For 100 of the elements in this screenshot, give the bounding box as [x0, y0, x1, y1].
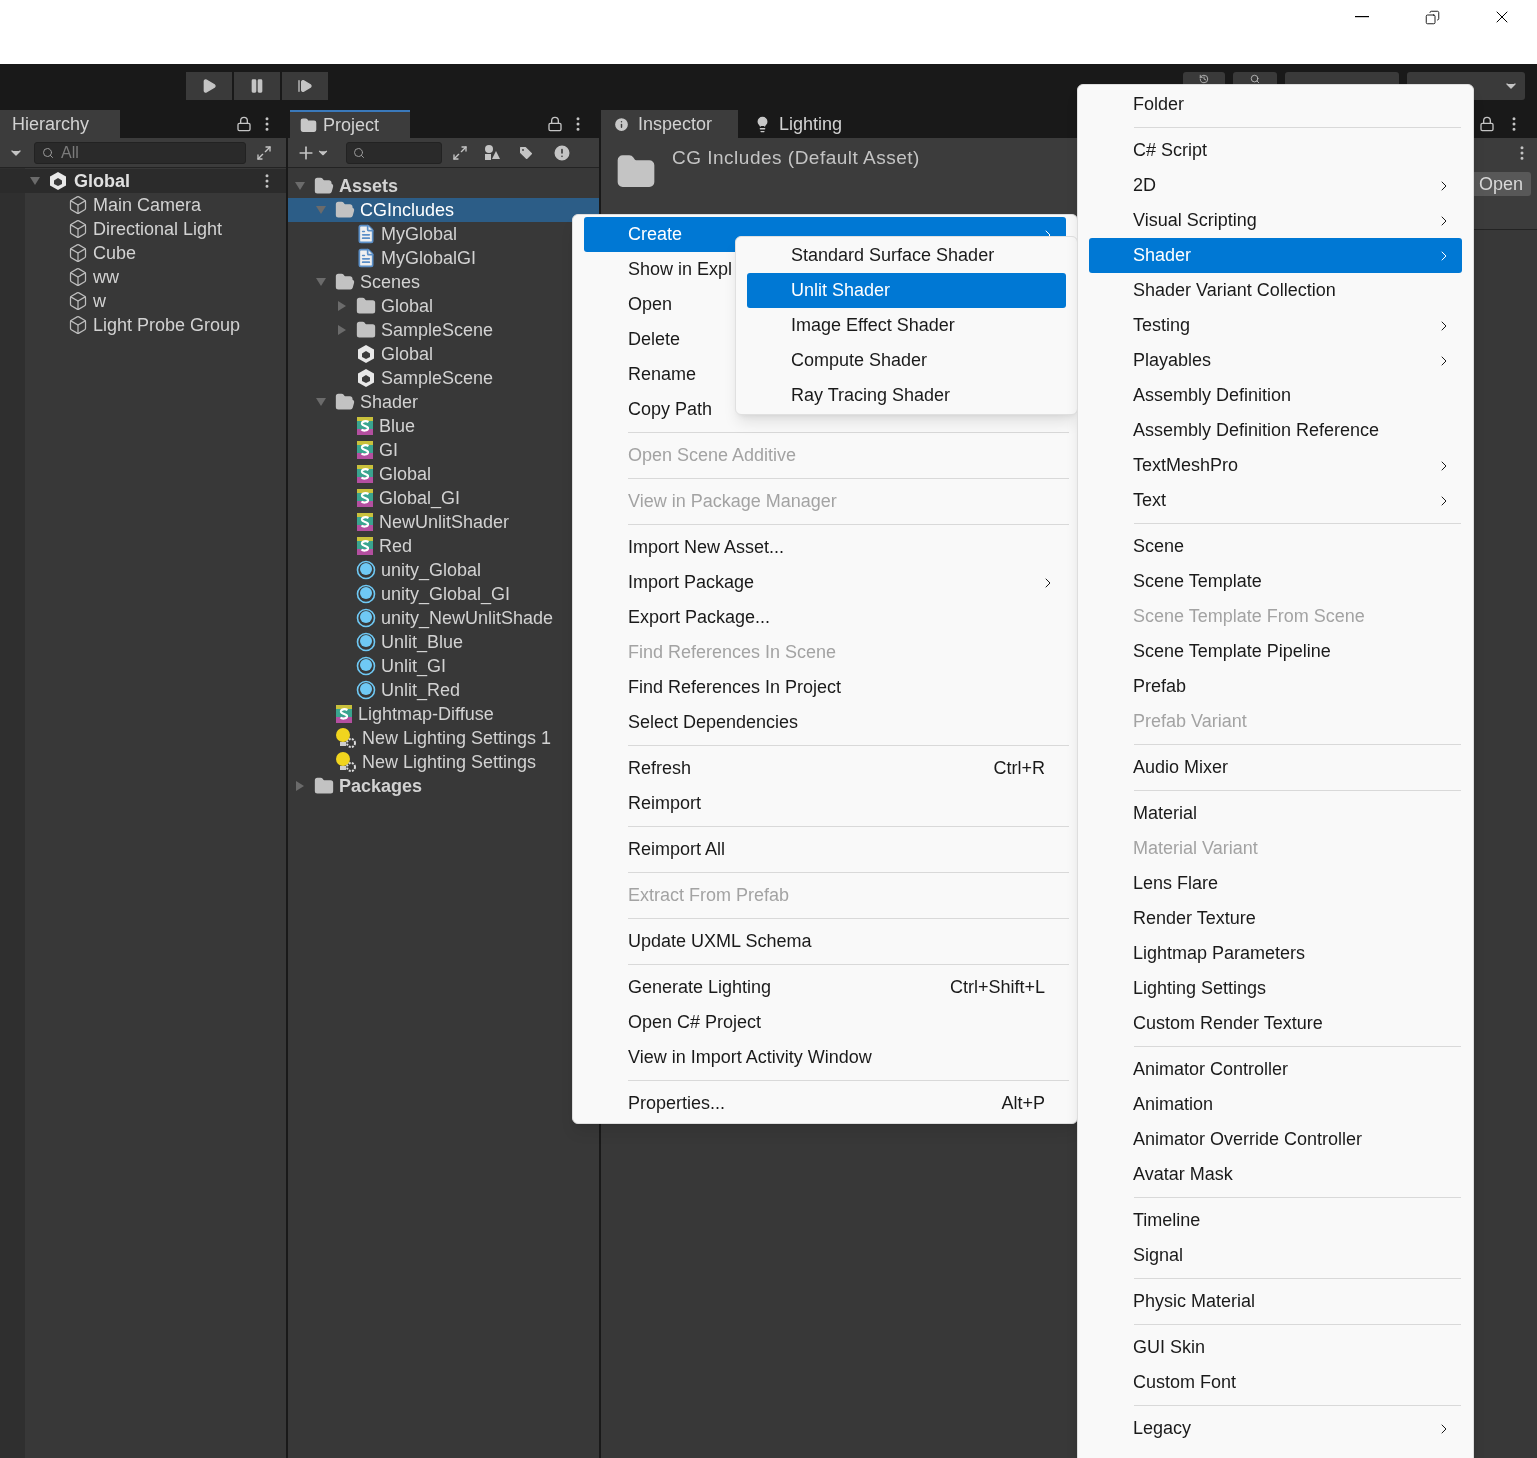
- tree-item[interactable]: Main Camera: [25, 193, 286, 217]
- tree-item[interactable]: Assets: [288, 174, 599, 198]
- menu-item[interactable]: Lighting Settings: [1089, 971, 1462, 1006]
- menu-item[interactable]: Reimport All: [584, 832, 1066, 867]
- shader-variant-icon: [356, 656, 376, 676]
- lock-icon[interactable]: [1479, 116, 1495, 132]
- lock-icon[interactable]: [547, 116, 563, 132]
- menu-item[interactable]: Folder: [1089, 87, 1462, 122]
- menu-item[interactable]: Animator Override Controller: [1089, 1122, 1462, 1157]
- menu-item[interactable]: Shader: [1089, 238, 1462, 273]
- text-file-icon: [356, 224, 376, 244]
- step-button[interactable]: [282, 72, 328, 100]
- menu-item[interactable]: Lightmap Parameters: [1089, 936, 1462, 971]
- play-button[interactable]: [186, 72, 232, 100]
- menu-item[interactable]: Open C# Project: [584, 1005, 1066, 1040]
- menu-item[interactable]: Lens Flare: [1089, 866, 1462, 901]
- cube-icon: [68, 219, 88, 239]
- shortcut-label: Ctrl+Shift+L: [949, 976, 1045, 999]
- play-icon: [201, 78, 217, 94]
- collapse-arrow-icon[interactable]: [29, 175, 41, 187]
- tree-item[interactable]: Global: [288, 342, 599, 366]
- expand-icon[interactable]: [256, 144, 272, 161]
- menu-item[interactable]: Assembly Definition Reference: [1089, 413, 1462, 448]
- menu-item[interactable]: Properties... Alt+P: [584, 1086, 1066, 1121]
- search-field[interactable]: All: [34, 141, 246, 164]
- shader-file-icon: [356, 512, 374, 532]
- search-icon: [1250, 74, 1260, 84]
- tree-item[interactable]: Shader: [288, 390, 599, 414]
- tree-item[interactable]: w: [25, 289, 286, 313]
- menu-item[interactable]: 2D: [1089, 168, 1462, 203]
- shader-variant-icon: [356, 584, 376, 604]
- tree-item[interactable]: ww: [25, 265, 286, 289]
- menu-item[interactable]: Compute Shader: [747, 343, 1066, 378]
- tree-item[interactable]: CGIncludes: [288, 198, 599, 222]
- shader-variant-icon: [356, 632, 376, 652]
- scene-row[interactable]: Global: [0, 169, 286, 193]
- tree-item[interactable]: Directional Light: [25, 217, 286, 241]
- menu-item[interactable]: Animation: [1089, 1087, 1462, 1122]
- menu-item[interactable]: Legacy: [1089, 1411, 1462, 1446]
- lock-icon[interactable]: [236, 116, 252, 132]
- menu-item[interactable]: Custom Font: [1089, 1365, 1462, 1400]
- scene-icon: [356, 368, 376, 388]
- menu-item[interactable]: Scene Template: [1089, 564, 1462, 599]
- menu-item[interactable]: Avatar Mask: [1089, 1157, 1462, 1192]
- menu-item[interactable]: Signal: [1089, 1238, 1462, 1273]
- menu-item[interactable]: Text: [1089, 483, 1462, 518]
- panel-tab[interactable]: Hierarchy: [0, 110, 120, 138]
- open-folder-icon: [335, 272, 355, 292]
- menu-item[interactable]: Timeline: [1089, 1203, 1462, 1238]
- shader-file-icon: [356, 464, 374, 484]
- menu-item[interactable]: Update UXML Schema: [584, 924, 1066, 959]
- menu-item[interactable]: Animator Controller: [1089, 1052, 1462, 1087]
- menu-item[interactable]: View in Import Activity Window: [584, 1040, 1066, 1075]
- panel-tab[interactable]: Project: [290, 110, 410, 138]
- shader-variant-icon: [356, 560, 376, 580]
- menu-item[interactable]: Render Texture: [1089, 901, 1462, 936]
- menu-item[interactable]: Physic Material: [1089, 1284, 1462, 1319]
- shader-file-icon: [356, 440, 374, 460]
- pause-button[interactable]: [234, 72, 280, 100]
- menu-item[interactable]: TextMeshPro: [1089, 448, 1462, 483]
- cube-icon: [68, 291, 88, 311]
- menu-item[interactable]: Image Effect Shader: [747, 308, 1066, 343]
- shortcut-label: Ctrl+R: [993, 757, 1045, 780]
- open-folder-icon: [314, 176, 334, 196]
- menu-item[interactable]: Testing: [1089, 308, 1462, 343]
- open-folder-icon: [335, 392, 355, 412]
- menu-item[interactable]: Visual Scripting: [1089, 203, 1462, 238]
- menu-item[interactable]: Scene: [1089, 529, 1462, 564]
- search-field[interactable]: [346, 141, 442, 164]
- history-icon: [1199, 74, 1209, 84]
- menu-item[interactable]: Audio Mixer: [1089, 750, 1462, 785]
- menu-item[interactable]: Assembly Definition: [1089, 378, 1462, 413]
- panel-tab[interactable]: Inspector: [601, 110, 738, 138]
- menu-item[interactable]: Prefab: [1089, 669, 1462, 704]
- cube-icon: [68, 315, 88, 335]
- menu-item[interactable]: Scene Template Pipeline: [1089, 634, 1462, 669]
- info-icon: [613, 115, 630, 133]
- search-icon: [353, 146, 365, 159]
- cube-icon: [68, 243, 88, 263]
- menu-item[interactable]: C# Script: [1089, 133, 1462, 168]
- menu-item[interactable]: Generate Lighting Ctrl+Shift+L: [584, 970, 1066, 1005]
- folder-icon: [356, 296, 376, 316]
- tree-item[interactable]: SampleScene: [288, 366, 599, 390]
- tree-item[interactable]: Cube: [25, 241, 286, 265]
- shader-variant-icon: [356, 608, 376, 628]
- menu-item[interactable]: Unlit Shader: [747, 273, 1066, 308]
- menu-item[interactable]: GUI Skin: [1089, 1330, 1462, 1365]
- menu-item[interactable]: Custom Render Texture: [1089, 1006, 1462, 1041]
- tree-item[interactable]: Scenes: [288, 270, 599, 294]
- expand-icon[interactable]: [452, 144, 468, 161]
- tree-item[interactable]: Global: [288, 294, 599, 318]
- panel-tab[interactable]: Lighting: [742, 110, 855, 138]
- tab-label: Project: [323, 113, 380, 137]
- tree-item[interactable]: Light Probe Group: [25, 313, 286, 337]
- menu-item[interactable]: Ray Tracing Shader: [747, 378, 1066, 413]
- tree-item[interactable]: SampleScene: [288, 318, 599, 342]
- menu-item[interactable]: Material: [1089, 796, 1462, 831]
- tree-item[interactable]: Blue: [288, 414, 599, 438]
- menu-item[interactable]: Playables: [1089, 343, 1462, 378]
- menu-item[interactable]: Shader Variant Collection: [1089, 273, 1462, 308]
